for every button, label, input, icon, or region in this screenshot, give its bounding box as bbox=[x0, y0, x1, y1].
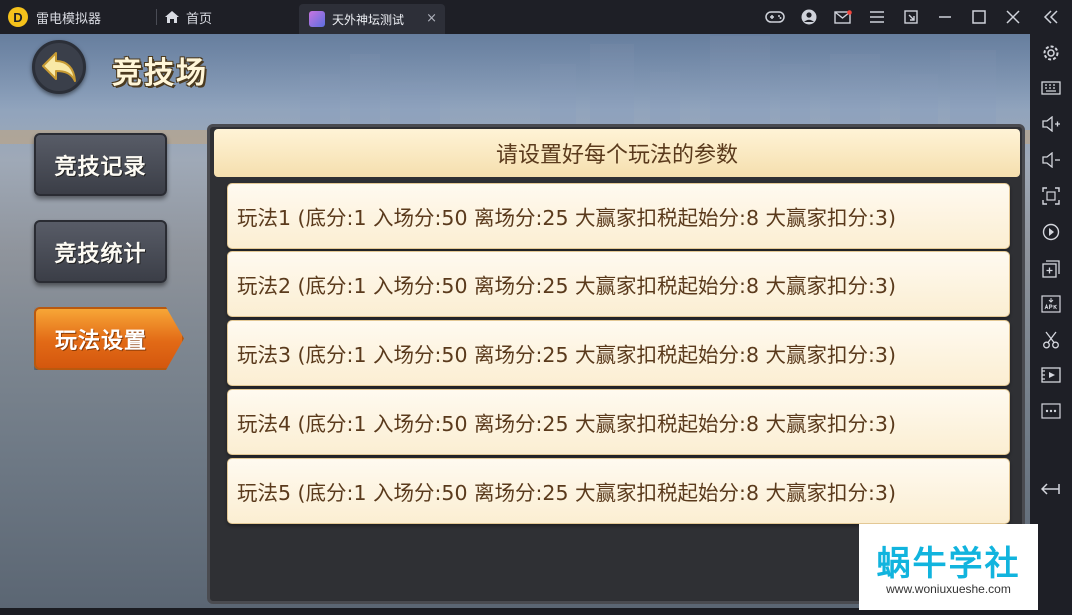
gameplay-rule-row[interactable]: 玩法1 (底分:1 入场分:50 离场分:25 大赢家扣税起始分:8 大赢家扣分… bbox=[227, 183, 1010, 249]
titlebar-divider bbox=[156, 9, 157, 25]
app-name: 雷电模拟器 bbox=[36, 11, 102, 27]
gamepad-icon[interactable] bbox=[758, 0, 792, 34]
multi-instance-icon[interactable] bbox=[1035, 254, 1067, 284]
panel-title: 请设置好每个玩法的参数 bbox=[214, 129, 1020, 177]
tab-home[interactable]: 首页 bbox=[164, 0, 212, 34]
gameplay-rule-row[interactable]: 玩法4 (底分:1 入场分:50 离场分:25 大赢家扣税起始分:8 大赢家扣分… bbox=[227, 389, 1010, 455]
volume-up-icon[interactable] bbox=[1035, 109, 1067, 139]
gameplay-rule-row[interactable]: 玩法5 (底分:1 入场分:50 离场分:25 大赢家扣税起始分:8 大赢家扣分… bbox=[227, 458, 1010, 524]
tab-competition-stats-label: 竞技统计 bbox=[54, 241, 147, 267]
tab-gameplay-settings[interactable]: 玩法设置 bbox=[34, 307, 184, 370]
app-brand: D 雷电模拟器 bbox=[8, 0, 101, 34]
mail-icon[interactable] bbox=[826, 0, 860, 34]
more-icon[interactable] bbox=[1035, 396, 1067, 426]
back-arrow-icon bbox=[42, 52, 76, 82]
watermark-url: www.woniuxueshe.com bbox=[886, 582, 1011, 596]
back-icon[interactable] bbox=[1035, 474, 1067, 504]
screenshot-icon[interactable] bbox=[1035, 181, 1067, 211]
tab-game-label: 天外神坛测试 bbox=[332, 12, 405, 27]
apk-install-icon[interactable] bbox=[1035, 289, 1067, 319]
tab-competition-records[interactable]: 竞技记录 bbox=[34, 133, 167, 196]
gameplay-rule-row[interactable]: 玩法2 (底分:1 入场分:50 离场分:25 大赢家扣税起始分:8 大赢家扣分… bbox=[227, 251, 1010, 317]
app-logo-icon: D bbox=[8, 7, 28, 27]
collapse-icon[interactable] bbox=[1030, 0, 1072, 34]
close-tab-icon[interactable]: × bbox=[426, 11, 437, 26]
game-app-icon bbox=[309, 11, 325, 27]
volume-down-icon[interactable] bbox=[1035, 145, 1067, 175]
back-button[interactable] bbox=[32, 40, 86, 94]
emulator-titlebar: D 雷电模拟器 首页 天外神坛测试 × bbox=[0, 0, 1072, 34]
tab-competition-records-label: 竞技记录 bbox=[54, 154, 147, 180]
settings-icon[interactable] bbox=[1035, 38, 1067, 68]
minimize-to-corner-icon[interactable] bbox=[894, 0, 928, 34]
page-title: 竞技场 bbox=[112, 56, 208, 91]
video-record-icon[interactable] bbox=[1035, 360, 1067, 390]
watermark-title: 蜗牛学社 bbox=[876, 544, 1021, 584]
tab-game[interactable]: 天外神坛测试 × bbox=[299, 4, 445, 34]
tab-gameplay-settings-label: 玩法设置 bbox=[54, 328, 147, 354]
scissors-icon[interactable] bbox=[1035, 325, 1067, 355]
tab-competition-stats[interactable]: 竞技统计 bbox=[34, 220, 167, 283]
tab-home-label: 首页 bbox=[186, 11, 213, 27]
watermark: 蜗牛学社 www.woniuxueshe.com bbox=[859, 524, 1038, 610]
minimize-icon[interactable] bbox=[928, 0, 962, 34]
game-screen: 竞技场 竞技记录 竞技统计 玩法设置 请设置好每个玩法的参数 玩法1 (底分:1… bbox=[0, 34, 1030, 608]
gameplay-rule-row[interactable]: 玩法3 (底分:1 入场分:50 离场分:25 大赢家扣税起始分:8 大赢家扣分… bbox=[227, 320, 1010, 386]
rotate-icon[interactable] bbox=[1035, 217, 1067, 247]
close-icon[interactable] bbox=[996, 0, 1030, 34]
account-icon[interactable] bbox=[792, 0, 826, 34]
window-controls bbox=[758, 0, 1072, 34]
home-icon bbox=[165, 11, 179, 23]
keyboard-icon[interactable] bbox=[1035, 73, 1067, 103]
menu-icon[interactable] bbox=[860, 0, 894, 34]
maximize-icon[interactable] bbox=[962, 0, 996, 34]
